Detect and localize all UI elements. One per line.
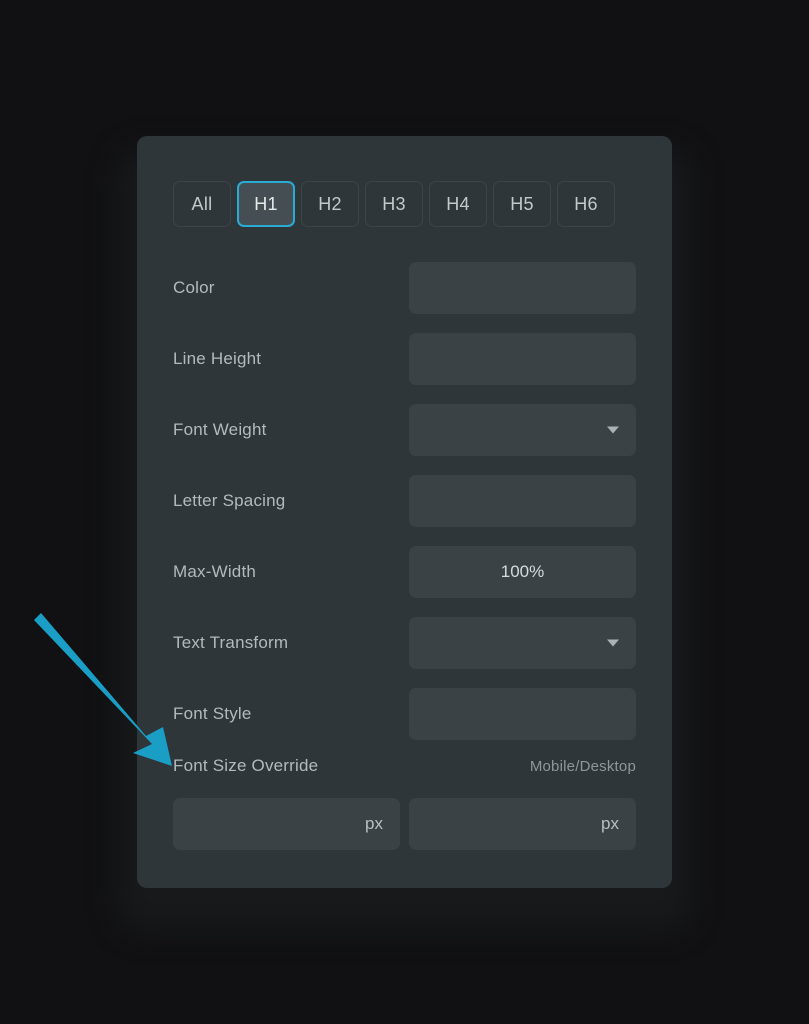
heading-level-tabs: All H1 H2 H3 H4 H5 H6 <box>173 181 615 227</box>
tab-h4-label: H4 <box>446 193 470 214</box>
field-line-height[interactable] <box>409 333 636 385</box>
field-letter-spacing[interactable] <box>409 475 636 527</box>
tab-h5-label: H5 <box>510 193 534 214</box>
tab-h2[interactable]: H2 <box>301 181 359 227</box>
font-size-override-inputs: px px <box>173 798 636 850</box>
field-max-width-value: 100% <box>500 562 545 581</box>
label-max-width: Max-Width <box>173 562 257 581</box>
font-size-mobile-input[interactable]: px <box>173 798 400 850</box>
unit-px-desktop: px <box>601 814 619 833</box>
chevron-down-icon <box>607 426 619 434</box>
field-color[interactable] <box>409 262 636 314</box>
chevron-down-icon <box>607 639 619 647</box>
label-text-transform: Text Transform <box>173 633 289 652</box>
label-font-style: Font Style <box>173 704 252 723</box>
label-letter-spacing: Letter Spacing <box>173 491 286 510</box>
property-row-text-transform: Text Transform <box>173 617 636 669</box>
property-row-font-style: Font Style <box>173 688 636 740</box>
property-row-max-width: Max-Width 100% <box>173 546 636 598</box>
label-font-size-override: Font Size Override <box>173 756 319 775</box>
label-line-height: Line Height <box>173 349 262 368</box>
field-font-style[interactable] <box>409 688 636 740</box>
font-size-desktop-input[interactable]: px <box>409 798 636 850</box>
field-font-weight[interactable] <box>409 404 636 456</box>
label-breakpoint-mobile-desktop: Mobile/Desktop <box>529 757 636 775</box>
tab-all[interactable]: All <box>173 181 231 227</box>
tab-h4[interactable]: H4 <box>429 181 487 227</box>
tab-h3[interactable]: H3 <box>365 181 423 227</box>
tab-all-label: All <box>191 193 213 214</box>
font-size-override-header: Font Size Override Mobile/Desktop <box>173 756 636 776</box>
tab-h5[interactable]: H5 <box>493 181 551 227</box>
tab-h1-label: H1 <box>254 193 278 214</box>
tab-h2-label: H2 <box>318 193 342 214</box>
label-font-weight: Font Weight <box>173 420 267 439</box>
unit-px-mobile: px <box>365 814 383 833</box>
tab-h6[interactable]: H6 <box>557 181 615 227</box>
tab-h1[interactable]: H1 <box>237 181 295 227</box>
property-row-color: Color <box>173 262 636 314</box>
tab-h6-label: H6 <box>574 193 598 214</box>
typography-settings-panel: All H1 H2 H3 H4 H5 H6 Color Line Height <box>137 136 672 888</box>
property-row-font-weight: Font Weight <box>173 404 636 456</box>
field-text-transform[interactable] <box>409 617 636 669</box>
label-color: Color <box>173 278 215 297</box>
field-max-width[interactable]: 100% <box>409 546 636 598</box>
tab-h3-label: H3 <box>382 193 406 214</box>
property-row-letter-spacing: Letter Spacing <box>173 475 636 527</box>
property-row-line-height: Line Height <box>173 333 636 385</box>
